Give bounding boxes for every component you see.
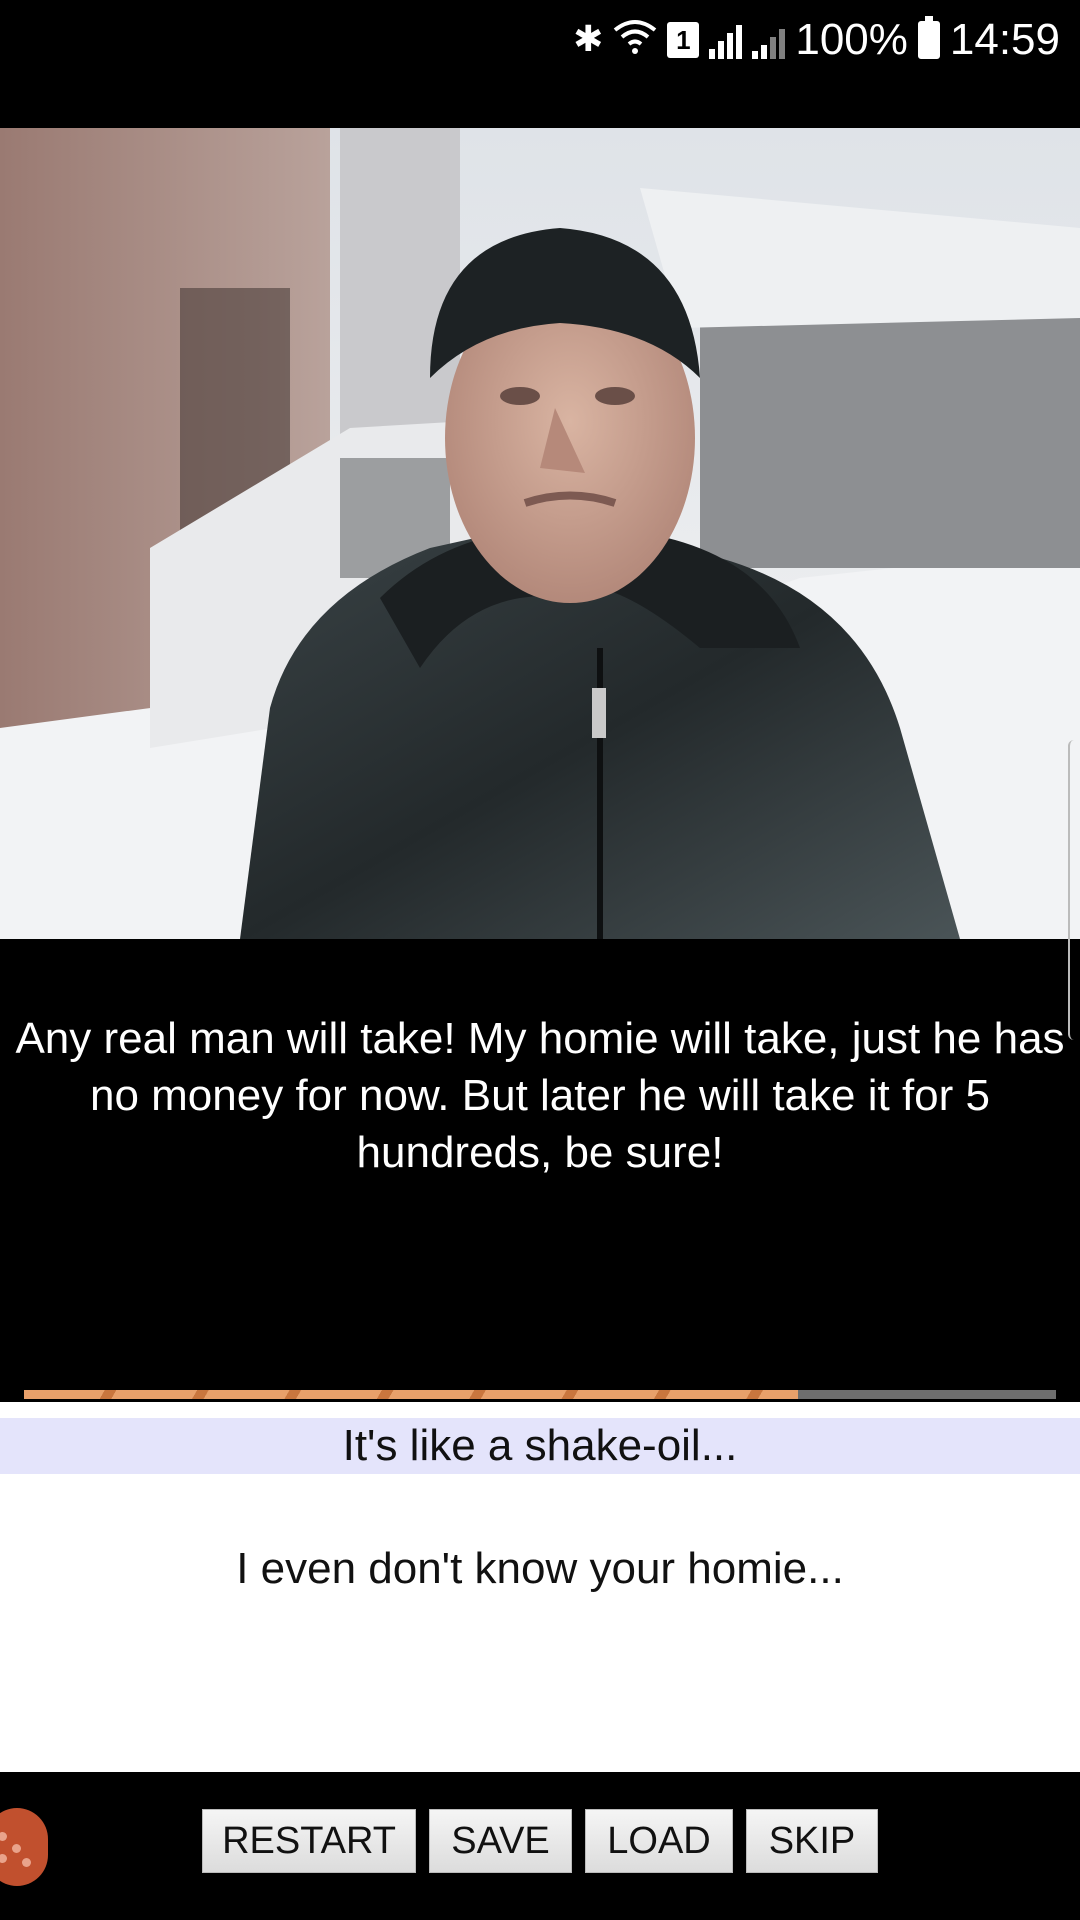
save-button[interactable]: SAVE [429, 1809, 572, 1873]
choice-option-2[interactable]: I even don't know your homie... [0, 1534, 1080, 1604]
wifi-icon [613, 18, 657, 63]
sim-badge: 1 [667, 22, 700, 58]
progress-fill [24, 1390, 798, 1399]
scrollbar[interactable] [1068, 740, 1080, 1040]
status-bar: ✱ 1 100% 14:59 [0, 0, 1080, 80]
bottom-toolbar: RESTART SAVE LOAD SKIP [0, 1772, 1080, 1920]
choice-option-1[interactable]: It's like a shake-oil... [0, 1418, 1080, 1474]
dialogue-text: Any real man will take! My homie will ta… [15, 1014, 1065, 1177]
scene-image [0, 128, 1080, 939]
load-button[interactable]: LOAD [585, 1809, 733, 1873]
bluetooth-icon: ✱ [573, 19, 604, 60]
skip-button[interactable]: SKIP [746, 1809, 878, 1873]
restart-button[interactable]: RESTART [202, 1809, 416, 1873]
menu-fab[interactable] [0, 1808, 48, 1886]
signal-icon [709, 21, 743, 59]
signal-icon-2 [752, 21, 786, 59]
battery-percent: 100% [795, 15, 908, 64]
progress-bar [24, 1390, 1056, 1399]
clock: 14:59 [949, 15, 1060, 64]
choices-panel: It's like a shake-oil... I even don't kn… [0, 1402, 1080, 1772]
battery-icon [917, 16, 940, 59]
